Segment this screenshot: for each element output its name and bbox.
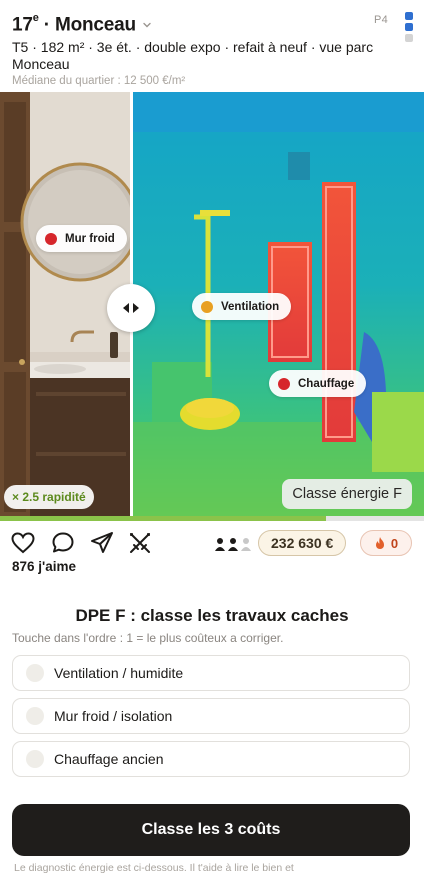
energy-class-badge: Classe énergie F [282, 479, 412, 509]
progress-bar [0, 516, 424, 521]
hotspot-dot [45, 232, 57, 245]
hotspot-label: Chauffage [298, 377, 355, 390]
quiz-title: DPE F : classe les travaux caches [75, 606, 349, 625]
share-icon[interactable] [89, 530, 115, 556]
footnote-text: Le diagnostic énergie est ci-dessous. Il… [14, 862, 294, 874]
fire-count: 0 [390, 535, 399, 551]
action-row: 232 630 € 0 [0, 528, 424, 558]
page-dot [405, 23, 413, 31]
hotspot-dot [201, 300, 213, 313]
compare-slider-handle[interactable] [107, 284, 155, 332]
quiz-hint: Touche dans l'ordre : 1 = le plus coûteu… [12, 631, 284, 645]
drag-arrows-icon [123, 303, 139, 313]
fire-icon [375, 537, 384, 549]
likes-count[interactable]: 876 j'aime [12, 559, 76, 574]
title-row[interactable]: 17e · Monceau [12, 12, 412, 38]
option-radio[interactable] [26, 750, 44, 768]
thermal-compare-media[interactable]: Mur froid Ventilation Chauffage × 2.5 ra… [0, 92, 424, 520]
quiz-option[interactable]: Mur froid / isolation [12, 698, 410, 734]
option-label: Mur froid / isolation [54, 708, 173, 724]
page-indicator [405, 12, 413, 45]
players-icon [215, 538, 251, 551]
fire-badge[interactable]: 0 [360, 530, 412, 556]
hotspot-dot [278, 377, 290, 390]
hotspot-tag[interactable]: Chauffage [269, 370, 367, 397]
option-label: Chauffage ancien [54, 751, 164, 767]
listing-code: P4 [373, 14, 388, 26]
hotspot-tag[interactable]: Mur froid [36, 225, 127, 252]
submit-ranking-button[interactable]: Classe les 3 coûts [12, 804, 410, 856]
quiz-option[interactable]: Ventilation / humidite [12, 655, 410, 691]
listing-title[interactable]: 17e · Monceau [12, 12, 136, 36]
price-badge[interactable]: 232 630 € [258, 530, 347, 556]
swords-icon[interactable] [127, 530, 153, 556]
quiz-option[interactable]: Chauffage ancien [12, 741, 410, 777]
median-price: Médiane du quartier : 12 500 €/m² [12, 75, 186, 87]
chevron-down-icon[interactable] [142, 20, 152, 30]
page-dot [405, 12, 413, 20]
speed-badge[interactable]: × 2.5 rapidité [4, 485, 94, 509]
hotspot-label: Mur froid [65, 232, 115, 245]
listing-subtitle: T5 · 182 m² · 3e ét. · double expo · ref… [12, 39, 374, 72]
hotspot-tag[interactable]: Ventilation [192, 293, 292, 320]
option-radio[interactable] [26, 707, 44, 725]
option-radio[interactable] [26, 664, 44, 682]
listing-header: 17e · Monceau T5 · 182 m² · 3e ét. · dou… [0, 0, 424, 92]
heart-icon[interactable] [10, 530, 36, 556]
progress-fill [0, 516, 327, 521]
comment-icon[interactable] [50, 530, 76, 556]
option-label: Ventilation / humidite [54, 665, 184, 681]
page-dot [405, 34, 413, 42]
hotspot-label: Ventilation [221, 300, 280, 313]
